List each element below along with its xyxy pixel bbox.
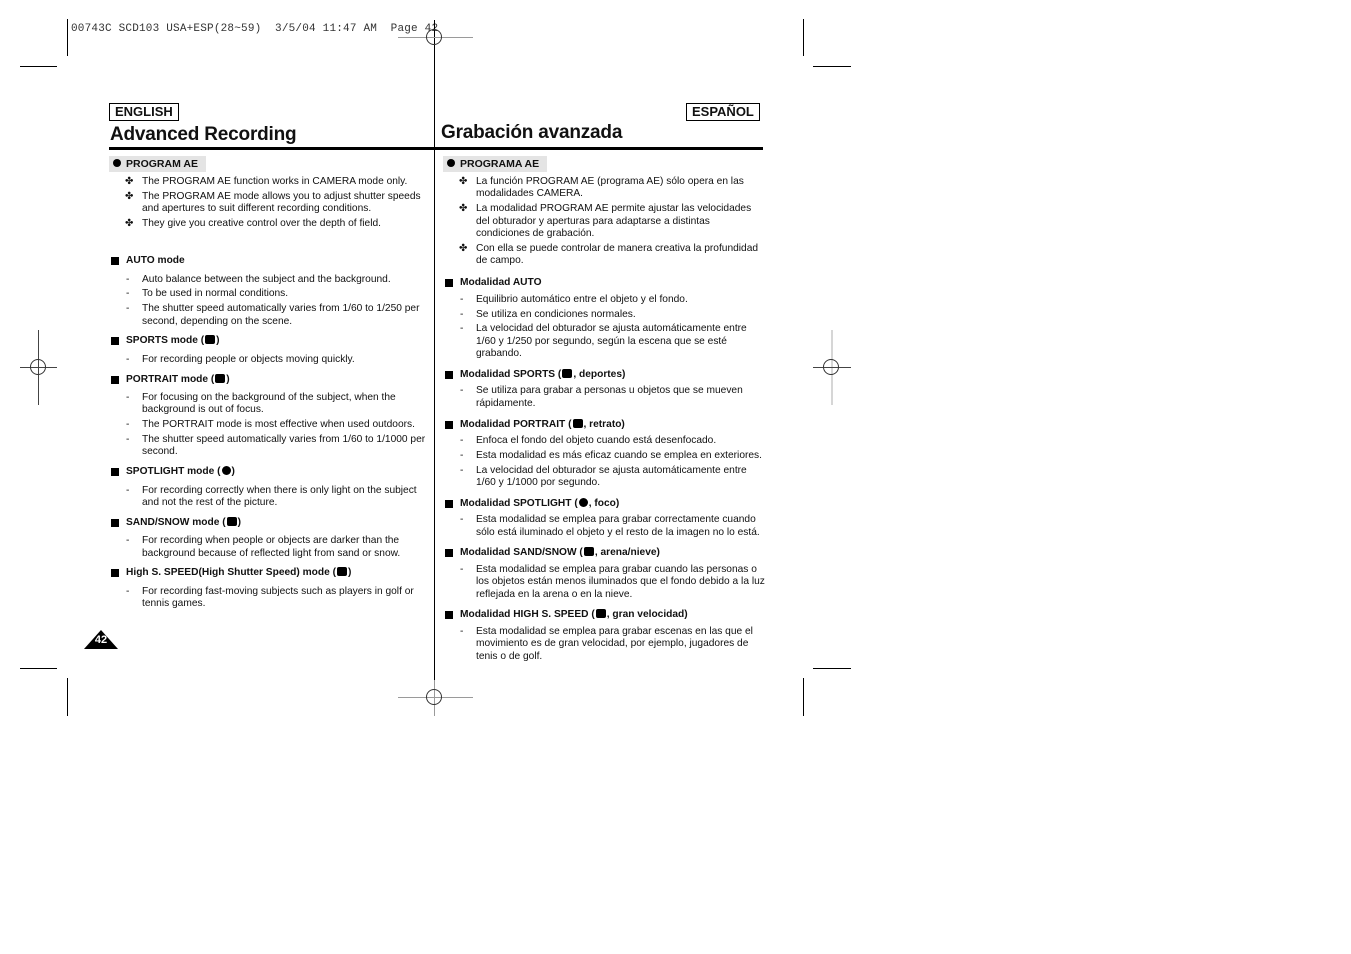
page-number: 42 — [94, 634, 108, 646]
mode-list-spotlight: - For recording correctly when there is o… — [109, 485, 434, 510]
spotlight-mode-icon — [578, 497, 588, 507]
list-item: - The shutter speed automatically varies … — [126, 303, 420, 327]
mode-heading-portrait: PORTRAIT mode () — [109, 373, 434, 386]
list-item: - Esta modalidad se emplea para grabar co… — [460, 514, 760, 538]
list-item: - Se utiliza para grabar a personas u obj… — [460, 385, 743, 409]
mode-list-spotlight: - Esta modalidad se emplea para grabar co… — [443, 514, 765, 539]
mode-list-high-speed: - For recording fast-moving subjects such… — [109, 586, 434, 611]
crop-mark-top-right-v — [803, 19, 804, 56]
list-item: - Esta modalidad es más eficaz cuando se … — [460, 449, 762, 461]
title-rule-spanish — [435, 147, 763, 150]
spotlight-mode-icon — [221, 466, 231, 476]
list-item: - Se utiliza en condiciones normales. — [460, 308, 636, 320]
mode-list-sports: - For recording people or objects moving … — [109, 354, 434, 366]
mode-heading-spotlight: SPOTLIGHT mode () — [109, 466, 434, 478]
high-speed-mode-icon — [595, 609, 606, 619]
sand-snow-mode-icon — [583, 547, 594, 557]
language-label-english: ENGLISH — [109, 103, 179, 121]
page-title-english: Advanced Recording — [110, 124, 297, 145]
list-item: - The PORTRAIT mode is most effective whe… — [126, 419, 415, 431]
crop-mark-top-left-h — [20, 66, 57, 67]
sports-mode-icon — [562, 368, 573, 378]
spanish-column: PROGRAMA AE ✤ La función PROGRAM AE (prog… — [443, 156, 765, 665]
list-item: ✤ La modalidad PROGRAM AE permite ajustar… — [459, 203, 752, 240]
mode-heading-portrait: Modalidad PORTRAIT (, retrato) — [443, 418, 765, 431]
portrait-mode-icon — [215, 373, 226, 383]
mode-list-auto: - Auto balance between the subject and th… — [109, 274, 434, 328]
list-item: - La velocidad del obturador se ajusta au… — [460, 464, 747, 488]
language-label-spanish: ESPAÑOL — [686, 103, 760, 121]
mode-heading-auto: AUTO mode — [109, 255, 434, 267]
mode-list-sand-snow: - Esta modalidad se emplea para grabar cu… — [443, 564, 765, 601]
crop-mark-bottom-right-v — [803, 678, 804, 716]
mode-heading-high-speed: High S. SPEED(High Shutter Speed) mode (… — [109, 567, 434, 579]
bullet-dot-icon — [113, 159, 121, 167]
list-item: - Esta modalidad se emplea para grabar cu… — [460, 563, 765, 600]
list-item: - For recording people or objects moving … — [126, 353, 355, 365]
list-item: - For recording when people or objects ar… — [126, 535, 401, 559]
print-header: 00743C SCD103 USA+ESP(28~59) 3/5/04 11:4… — [71, 23, 439, 35]
crop-mark-bottom-left-v — [67, 678, 68, 716]
title-rule-english — [109, 147, 435, 150]
list-item: - For recording correctly when there is o… — [126, 484, 417, 508]
list-item: ✤ The PROGRAM AE function works in CAMERA… — [125, 176, 408, 187]
list-item: ✤ They give you creative control over the… — [125, 218, 381, 230]
mode-list-portrait: - For focusing on the background of the s… — [109, 392, 434, 459]
mode-heading-sports: SPORTS mode () — [109, 335, 434, 347]
list-item: ✤ The PROGRAM AE mode allows you to adjus… — [125, 190, 421, 215]
list-item: - To be used in normal conditions. — [126, 288, 289, 300]
list-item: - Auto balance between the subject and th… — [126, 273, 391, 285]
list-item: - For focusing on the background of the s… — [126, 391, 396, 416]
mode-list-portrait: - Enfoca el fondo del objeto cuando está … — [443, 435, 765, 489]
crop-mark-top-right-h — [813, 66, 851, 67]
mode-heading-sports: Modalidad SPORTS (, deportes) — [443, 368, 765, 381]
mode-list-auto: - Equilibrio automático entre el objeto y… — [443, 294, 765, 361]
list-item: - Equilibrio automático entre el objeto y… — [460, 293, 688, 305]
list-item: ✤ Con ella se puede controlar de manera c… — [459, 243, 759, 267]
portrait-mode-icon — [572, 418, 583, 428]
list-item: - Enfoca el fondo del objeto cuando está … — [460, 434, 717, 446]
list-item: - Esta modalidad se emplea para grabar es… — [460, 625, 753, 662]
bullet-dot-icon — [447, 159, 455, 167]
crop-mark-top-left-v — [67, 19, 68, 56]
sports-mode-icon — [205, 335, 216, 345]
list-item: ✤ La función PROGRAM AE (programa AE) sól… — [459, 176, 744, 200]
page-number-badge: 42 — [84, 630, 118, 649]
crop-mark-bottom-left-h — [20, 668, 57, 669]
page-title-spanish: Grabación avanzada — [441, 122, 623, 143]
list-item: - For recording fast-moving subjects such… — [126, 585, 414, 610]
mode-heading-auto: Modalidad AUTO — [443, 277, 765, 289]
mode-heading-sand-snow: Modalidad SAND/SNOW (, arena/nieve) — [443, 547, 765, 559]
list-item: - The shutter speed automatically varies … — [126, 433, 426, 458]
mode-heading-sand-snow: SAND/SNOW mode () — [109, 516, 434, 529]
list-item: - La velocidad del obturador se ajusta au… — [460, 323, 747, 360]
mode-list-high-speed: - Esta modalidad se emplea para grabar es… — [443, 626, 765, 663]
high-speed-mode-icon — [337, 567, 347, 577]
section-heading-programa-ae: PROGRAMA AE — [443, 156, 548, 172]
english-column: PROGRAM AE ✤ The PROGRAM AE function work… — [109, 156, 434, 613]
crop-mark-bottom-right-h — [813, 668, 851, 669]
mode-heading-spotlight: Modalidad SPOTLIGHT (, foco) — [443, 497, 765, 510]
sand-snow-mode-icon — [226, 516, 237, 526]
mode-heading-high-speed: Modalidad HIGH S. SPEED (, gran velocida… — [443, 609, 765, 621]
mode-list-sports: - Se utiliza para grabar a personas u obj… — [443, 385, 765, 410]
intro-list: ✤ La función PROGRAM AE (programa AE) sól… — [443, 176, 765, 268]
center-fold-line — [434, 20, 435, 698]
section-heading-program-ae: PROGRAM AE — [109, 156, 206, 172]
intro-list: ✤ The PROGRAM AE function works in CAMERA… — [109, 176, 434, 231]
mode-list-sand-snow: - For recording when people or objects ar… — [109, 535, 434, 560]
